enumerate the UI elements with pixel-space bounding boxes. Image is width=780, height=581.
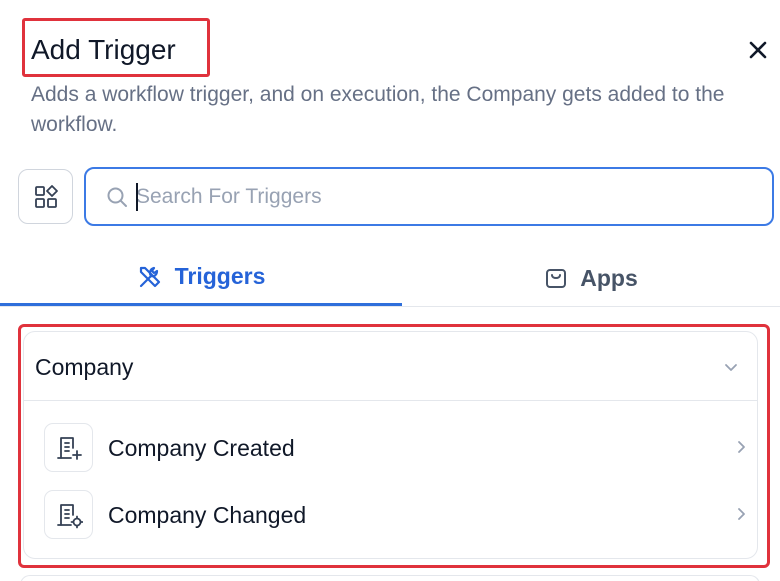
trigger-item-company-created[interactable]: Company Created (44, 423, 745, 473)
trigger-item-company-changed[interactable]: Company Changed (44, 490, 745, 540)
chevron-down-icon (725, 364, 737, 371)
text-cursor (136, 183, 138, 211)
search-input[interactable] (136, 181, 736, 213)
close-button[interactable] (745, 37, 771, 63)
tabs-divider (0, 306, 780, 307)
item-label: Company Changed (108, 502, 307, 528)
tab-triggers-label: Triggers (174, 263, 266, 289)
next-card-edge (20, 575, 760, 581)
apps-grid-icon (34, 184, 58, 208)
tab-apps-label: Apps (580, 264, 638, 291)
item-icon-box (44, 423, 93, 472)
categories-button[interactable] (18, 169, 73, 224)
tools-icon (139, 266, 160, 287)
item-label: Company Created (108, 435, 295, 461)
item-icon-box (44, 490, 93, 539)
page-title: Add Trigger (31, 34, 176, 65)
page-description: Adds a workflow trigger, and on executio… (31, 83, 725, 136)
chevron-right-icon (738, 508, 745, 520)
building-edit-icon (56, 503, 83, 528)
chevron-right-icon (738, 441, 745, 453)
bag-icon (546, 269, 567, 288)
trigger-group-card: Company Company Created Company Changed (23, 331, 758, 559)
group-title: Company (35, 354, 134, 380)
tab-triggers[interactable]: Triggers (0, 250, 402, 306)
tab-apps[interactable]: Apps (402, 250, 780, 306)
group-header-company[interactable]: Company (24, 332, 757, 401)
close-icon (749, 41, 767, 59)
search-box[interactable] (84, 167, 774, 226)
search-icon (107, 187, 127, 207)
building-add-icon (56, 436, 82, 460)
